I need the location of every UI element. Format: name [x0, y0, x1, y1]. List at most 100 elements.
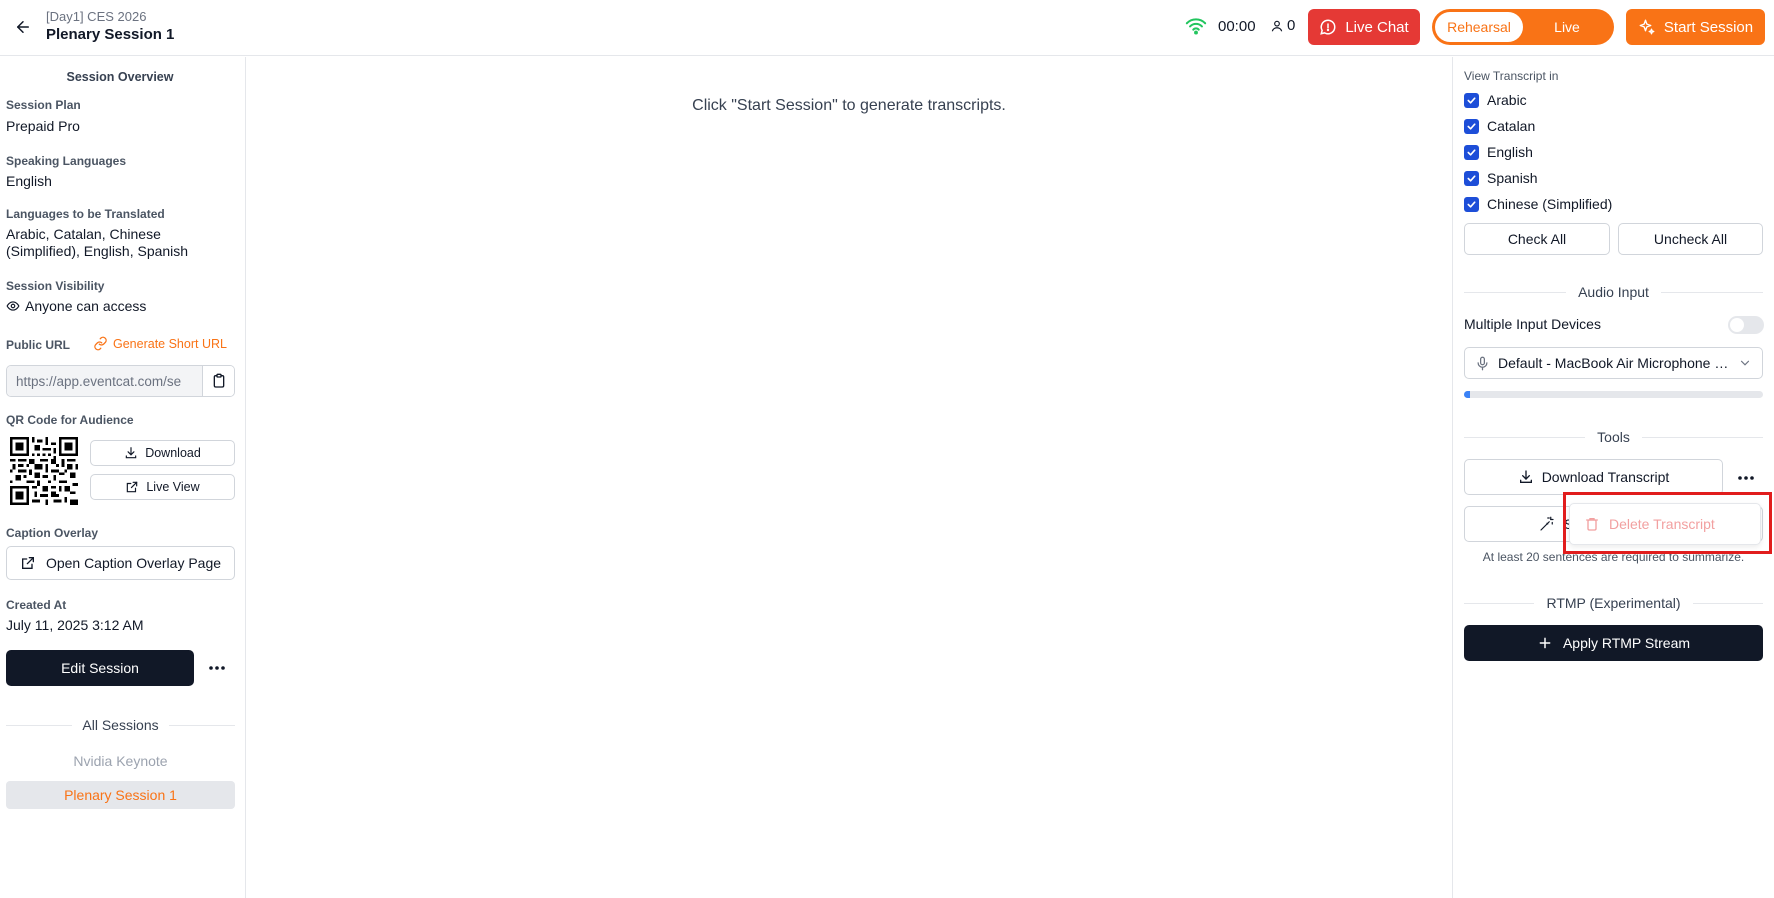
wifi-icon: [1185, 18, 1207, 35]
summarize-requirement-note: At least 20 sentences are required to su…: [1482, 550, 1745, 564]
back-button[interactable]: [10, 14, 36, 40]
all-sessions-heading: All Sessions: [6, 717, 235, 733]
qr-code-label: QR Code for Audience: [6, 413, 134, 427]
language-checkbox-arabic[interactable]: Arabic: [1464, 92, 1527, 108]
checkbox[interactable]: [1464, 92, 1479, 108]
visibility-value: Anyone can access: [6, 298, 146, 314]
session-plan-value: Prepaid Pro: [6, 118, 80, 134]
caption-overlay-label: Caption Overlay: [6, 526, 99, 540]
language-label: Catalan: [1487, 118, 1536, 134]
language-label: Arabic: [1487, 92, 1527, 108]
link-icon: [94, 336, 107, 351]
trash-icon: [1586, 518, 1598, 531]
checkbox[interactable]: [1464, 118, 1479, 134]
multiple-input-devices-label: Multiple Input Devices: [1464, 316, 1601, 332]
tools-more-button[interactable]: [1730, 463, 1762, 493]
rtmp-title: RTMP (Experimental): [1546, 595, 1681, 611]
tools-heading: Tools: [1464, 429, 1763, 445]
external-link-icon: [21, 557, 34, 569]
check-icon: [1467, 122, 1476, 130]
all-sessions-label: All Sessions: [82, 717, 159, 733]
translated-languages-line1: Arabic, Catalan, Chinese: [6, 226, 161, 242]
session-plan-label: Session Plan: [6, 98, 81, 112]
download-transcript-button[interactable]: Download Transcript: [1464, 459, 1723, 495]
arrow-left-icon: [17, 21, 29, 33]
language-label: Spanish: [1487, 170, 1538, 186]
user-icon: [1271, 20, 1283, 31]
toggle-knob: [1730, 318, 1744, 332]
audio-level-meter: [1464, 391, 1763, 398]
session-list-item[interactable]: Nvidia Keynote: [6, 747, 235, 775]
delete-transcript-menu-item[interactable]: Delete Transcript: [1569, 503, 1761, 545]
microphone-selected-value: Default - MacBook Air Microphone (Built-…: [1498, 355, 1730, 371]
session-sidebar: Session Overview Session Plan Prepaid Pr…: [0, 57, 246, 898]
clipboard-icon: [213, 373, 224, 388]
open-caption-overlay-button[interactable]: Open Caption Overlay Page: [6, 546, 235, 580]
language-checkbox-spanish[interactable]: Spanish: [1464, 170, 1538, 186]
public-url-label: Public URL: [6, 338, 71, 352]
public-url-input[interactable]: [7, 366, 202, 396]
generate-short-url-link[interactable]: Generate Short URL: [93, 336, 227, 351]
chevron-down-icon: [1740, 360, 1750, 366]
live-chat-button[interactable]: Live Chat: [1308, 9, 1420, 45]
apply-rtmp-stream-label: Apply RTMP Stream: [1562, 635, 1691, 651]
language-label: English: [1487, 144, 1533, 160]
start-session-label: Start Session: [1663, 18, 1754, 36]
mode-live[interactable]: Live: [1523, 12, 1611, 42]
mode-rehearsal[interactable]: Rehearsal: [1435, 12, 1523, 42]
check-icon: [1467, 174, 1476, 182]
speaking-languages-label: Speaking Languages: [6, 154, 127, 168]
viewer-count: 0: [1270, 17, 1295, 34]
delete-transcript-label: Delete Transcript: [1609, 516, 1715, 532]
multiple-input-devices-toggle[interactable]: [1728, 316, 1764, 334]
generate-short-url-label: Generate Short URL: [113, 336, 227, 351]
tools-title: Tools: [1597, 429, 1630, 445]
public-url-box: [6, 365, 235, 397]
language-checkbox-catalan[interactable]: Catalan: [1464, 118, 1535, 134]
check-icon: [1467, 96, 1476, 104]
checkbox[interactable]: [1464, 170, 1479, 186]
microphone-select[interactable]: Default - MacBook Air Microphone (Built-…: [1464, 347, 1763, 379]
live-view-label: Live View: [146, 480, 200, 494]
chat-icon: [1320, 19, 1336, 35]
apply-rtmp-stream-button[interactable]: Apply RTMP Stream: [1464, 625, 1763, 661]
microphone-icon: [1477, 356, 1488, 370]
translated-languages-line2: (Simplified), English, Spanish: [6, 243, 189, 259]
download-icon: [125, 447, 137, 459]
audio-input-heading: Audio Input: [1464, 284, 1763, 300]
qr-download-button[interactable]: Download: [90, 440, 235, 466]
view-transcript-label: View Transcript in: [1464, 69, 1559, 83]
transcript-empty-message: Click "Start Session" to generate transc…: [692, 97, 1006, 114]
mode-toggle: Rehearsal Live: [1432, 9, 1614, 45]
download-transcript-label: Download Transcript: [1541, 469, 1670, 485]
checkbox[interactable]: [1464, 196, 1479, 212]
translated-languages-label: Languages to be Translated: [6, 207, 165, 221]
speaking-languages-value: English: [6, 173, 52, 189]
language-checkbox-english[interactable]: English: [1464, 144, 1533, 160]
plus-icon: [1539, 637, 1551, 649]
copy-url-button[interactable]: [202, 366, 234, 396]
eye-icon: [6, 301, 20, 311]
audio-level-fill: [1464, 391, 1470, 398]
viewer-count-value: 0: [1287, 17, 1296, 34]
check-all-button[interactable]: Check All: [1464, 223, 1610, 255]
check-icon: [1467, 148, 1476, 156]
sidebar-title: Session Overview: [66, 70, 174, 84]
panel-divider: [1452, 57, 1453, 898]
language-checkbox-chinese-simplified[interactable]: Chinese (Simplified): [1464, 196, 1612, 212]
live-view-button[interactable]: Live View: [90, 474, 235, 500]
visibility-label: Session Visibility: [6, 279, 105, 293]
more-horizontal-icon: [1738, 476, 1754, 480]
audio-input-title: Audio Input: [1578, 284, 1649, 300]
start-session-button[interactable]: Start Session: [1626, 9, 1765, 45]
edit-session-button[interactable]: Edit Session: [6, 650, 194, 686]
uncheck-all-button[interactable]: Uncheck All: [1618, 223, 1763, 255]
qr-download-label: Download: [145, 446, 201, 460]
created-at-label: Created At: [6, 598, 67, 612]
session-list-item-active[interactable]: Plenary Session 1: [6, 781, 235, 809]
checkbox[interactable]: [1464, 144, 1479, 160]
more-horizontal-icon: [209, 666, 225, 670]
session-timer: 00:00: [1218, 18, 1256, 35]
session-more-button[interactable]: [204, 657, 230, 679]
top-header: [Day1] CES 2026 Plenary Session 1 00:00 …: [0, 0, 1774, 56]
